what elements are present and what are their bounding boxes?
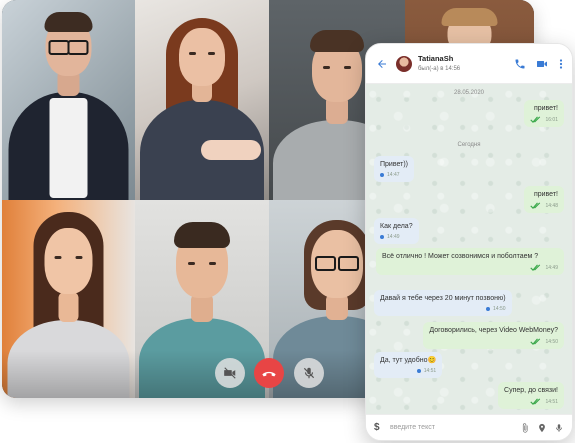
message-text: Давай я тебе через 20 минут позвоню) <box>380 295 506 302</box>
message-text: Как дела? <box>380 223 413 230</box>
message-time: 16:01 <box>545 116 558 123</box>
avatar[interactable] <box>396 55 412 72</box>
message-text: Привет)) <box>380 161 409 168</box>
status-dot-icon <box>380 173 384 178</box>
message-time: 14:51 <box>545 398 558 405</box>
more-options-button[interactable] <box>558 58 564 70</box>
date-separator: Сегодня <box>457 142 481 148</box>
camera-off-icon <box>224 367 236 379</box>
date-separator: 28.05.2020 <box>453 90 485 96</box>
participant-video <box>2 0 135 200</box>
phone-hangup-icon <box>262 371 276 377</box>
message-time: 14:50 <box>493 306 506 313</box>
contact-name: TatianaSh <box>418 54 454 64</box>
message-list[interactable]: 28.05.2020 привет! 16:01 Сегодня Привет)… <box>366 84 572 414</box>
hang-up-button[interactable] <box>254 358 284 388</box>
send-money-button[interactable]: $ <box>374 422 390 433</box>
message-incoming[interactable]: Привет)) 14:47 <box>374 156 415 183</box>
location-pin-icon[interactable] <box>537 422 547 434</box>
message-time: 14:49 <box>545 264 558 271</box>
message-time: 14:49 <box>387 234 400 241</box>
status-dot-icon <box>380 235 384 240</box>
mic-toggle-button[interactable] <box>294 358 324 388</box>
message-outgoing[interactable]: Всё отлично ! Может созвонимся и поболта… <box>376 248 564 276</box>
double-check-icon <box>530 264 541 272</box>
camera-toggle-button[interactable] <box>215 358 245 388</box>
double-check-icon <box>530 202 541 210</box>
arrow-left-icon <box>378 59 386 68</box>
hand-gesture <box>201 140 261 160</box>
participant-tile-1[interactable] <box>2 0 135 200</box>
mic-off-icon <box>303 367 315 379</box>
message-text: привет! <box>533 191 558 198</box>
message-outgoing[interactable]: Договорились, через Video WebMoney? 14:5… <box>423 322 564 350</box>
paperclip-icon[interactable] <box>520 422 530 434</box>
participant-video <box>135 0 269 200</box>
video-camera-icon <box>537 60 547 67</box>
status-dot-icon <box>486 307 491 312</box>
message-incoming[interactable]: Да, тут удобно😊 14:51 <box>374 352 443 379</box>
voice-call-button[interactable] <box>514 58 526 70</box>
message-text: Договорились, через Video WebMoney? <box>429 327 558 334</box>
message-composer: $ введите текст <box>366 414 572 440</box>
message-incoming[interactable]: Давай я тебе через 20 минут позвоню) 14:… <box>374 290 512 317</box>
message-time: 14:48 <box>545 202 558 209</box>
chat-header: TatianaSh был(-а) в 14:56 <box>366 44 572 84</box>
double-check-icon <box>530 338 541 346</box>
message-text: Да, тут удобно😊 <box>380 357 437 364</box>
message-outgoing[interactable]: привет! 14:48 <box>524 186 564 214</box>
message-text: Всё отлично ! Может созвонимся и поболта… <box>382 253 539 260</box>
back-button[interactable] <box>376 58 388 70</box>
chat-window: TatianaSh был(-а) в 14:56 28.05.2020 при… <box>365 43 573 441</box>
more-vertical-icon <box>559 58 563 69</box>
message-time: 14:51 <box>423 368 437 375</box>
message-incoming[interactable]: Как дела? 14:49 <box>374 218 419 245</box>
double-check-icon <box>530 116 541 124</box>
message-input[interactable]: введите текст <box>390 424 520 431</box>
message-text: привет! <box>533 105 558 112</box>
microphone-icon[interactable] <box>554 422 564 434</box>
message-outgoing[interactable]: привет! 16:01 <box>524 100 564 128</box>
message-time: 14:47 <box>387 172 400 179</box>
participant-tile-2[interactable] <box>135 0 269 200</box>
phone-icon <box>515 59 525 68</box>
message-outgoing[interactable]: Супер, до связи! 14:51 <box>498 382 564 410</box>
double-check-icon <box>530 398 541 406</box>
video-call-button[interactable] <box>536 58 548 70</box>
message-text: Супер, до связи! <box>504 387 558 394</box>
contact-status: был(-а) в 14:56 <box>418 65 461 72</box>
message-time: 14:50 <box>545 338 558 345</box>
status-dot-icon <box>416 369 421 374</box>
